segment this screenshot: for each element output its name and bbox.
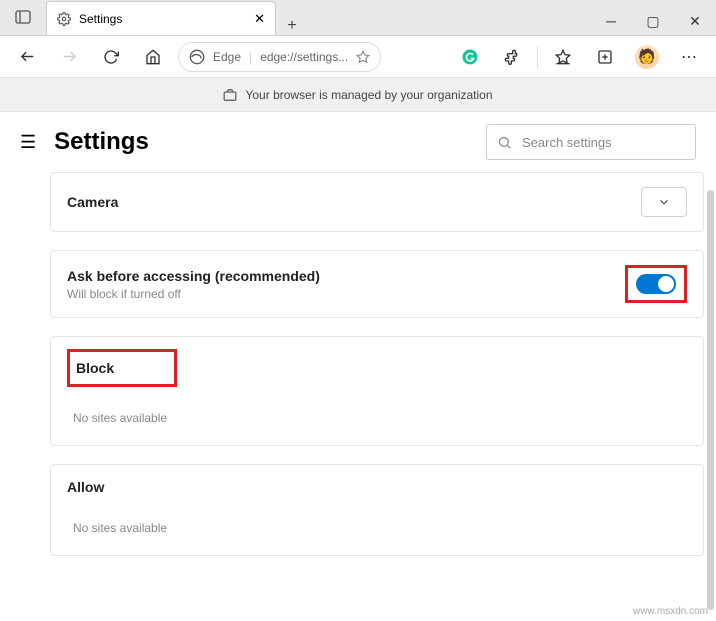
watermark: www.msxdn.com: [633, 606, 708, 617]
ask-before-accessing-section: Ask before accessing (recommended) Will …: [50, 250, 704, 318]
toggle-knob: [658, 276, 674, 292]
camera-section: Camera: [50, 172, 704, 232]
search-icon: [497, 135, 512, 150]
new-tab-button[interactable]: +: [276, 17, 308, 35]
block-title: Block: [74, 354, 170, 382]
collections-icon[interactable]: [588, 40, 622, 74]
tab-title: Settings: [79, 12, 122, 26]
profile-avatar[interactable]: 🧑: [630, 40, 664, 74]
tab-actions-button[interactable]: [0, 0, 46, 35]
org-managed-banner: Your browser is managed by your organiza…: [0, 78, 716, 112]
search-placeholder: Search settings: [522, 135, 612, 150]
refresh-button[interactable]: [94, 40, 128, 74]
chevron-down-icon: [657, 195, 671, 209]
camera-expand-button[interactable]: [641, 187, 687, 217]
menu-toggle-button[interactable]: ☰: [20, 132, 36, 153]
briefcase-icon: [223, 88, 237, 102]
highlight-box: [625, 265, 687, 303]
address-url: edge://settings...: [260, 50, 348, 64]
scrollbar[interactable]: [707, 190, 714, 610]
block-section: Block No sites available: [50, 336, 704, 446]
ask-sub: Will block if turned off: [67, 287, 320, 301]
favorite-star-icon[interactable]: [356, 50, 370, 64]
close-tab-icon[interactable]: ✕: [254, 11, 265, 27]
ask-toggle[interactable]: [636, 274, 676, 294]
page-title: Settings: [54, 128, 149, 156]
highlight-box: Block: [67, 349, 177, 387]
ask-label: Ask before accessing (recommended): [67, 268, 320, 284]
window-maximize-button[interactable]: ▢: [632, 7, 674, 35]
search-settings-input[interactable]: Search settings: [486, 124, 696, 160]
allow-empty-text: No sites available: [51, 501, 703, 555]
back-button[interactable]: [10, 40, 44, 74]
edge-logo-icon: [189, 49, 205, 65]
favorites-icon[interactable]: [546, 40, 580, 74]
allow-title: Allow: [67, 479, 104, 495]
title-bar: Settings ✕ + ─ ▢ ✕: [0, 0, 716, 36]
settings-header: ☰ Settings Search settings: [0, 112, 716, 172]
org-banner-text: Your browser is managed by your organiza…: [245, 88, 492, 102]
settings-content: Camera Ask before accessing (recommended…: [0, 172, 716, 556]
block-empty-text: No sites available: [51, 391, 703, 445]
more-menu-button[interactable]: ⋯: [672, 40, 706, 74]
toolbar: Edge | edge://settings... 🧑 ⋯: [0, 36, 716, 78]
camera-title: Camera: [67, 194, 118, 210]
home-button[interactable]: [136, 40, 170, 74]
allow-section: Allow No sites available: [50, 464, 704, 556]
address-bar[interactable]: Edge | edge://settings...: [178, 42, 381, 72]
window-minimize-button[interactable]: ─: [590, 7, 632, 35]
extensions-icon[interactable]: [495, 40, 529, 74]
gear-icon: [57, 12, 71, 26]
address-label: Edge: [213, 50, 241, 64]
window-close-button[interactable]: ✕: [674, 7, 716, 35]
browser-tab[interactable]: Settings ✕: [46, 1, 276, 35]
forward-button: [52, 40, 86, 74]
extension-grammarly-icon[interactable]: [453, 40, 487, 74]
